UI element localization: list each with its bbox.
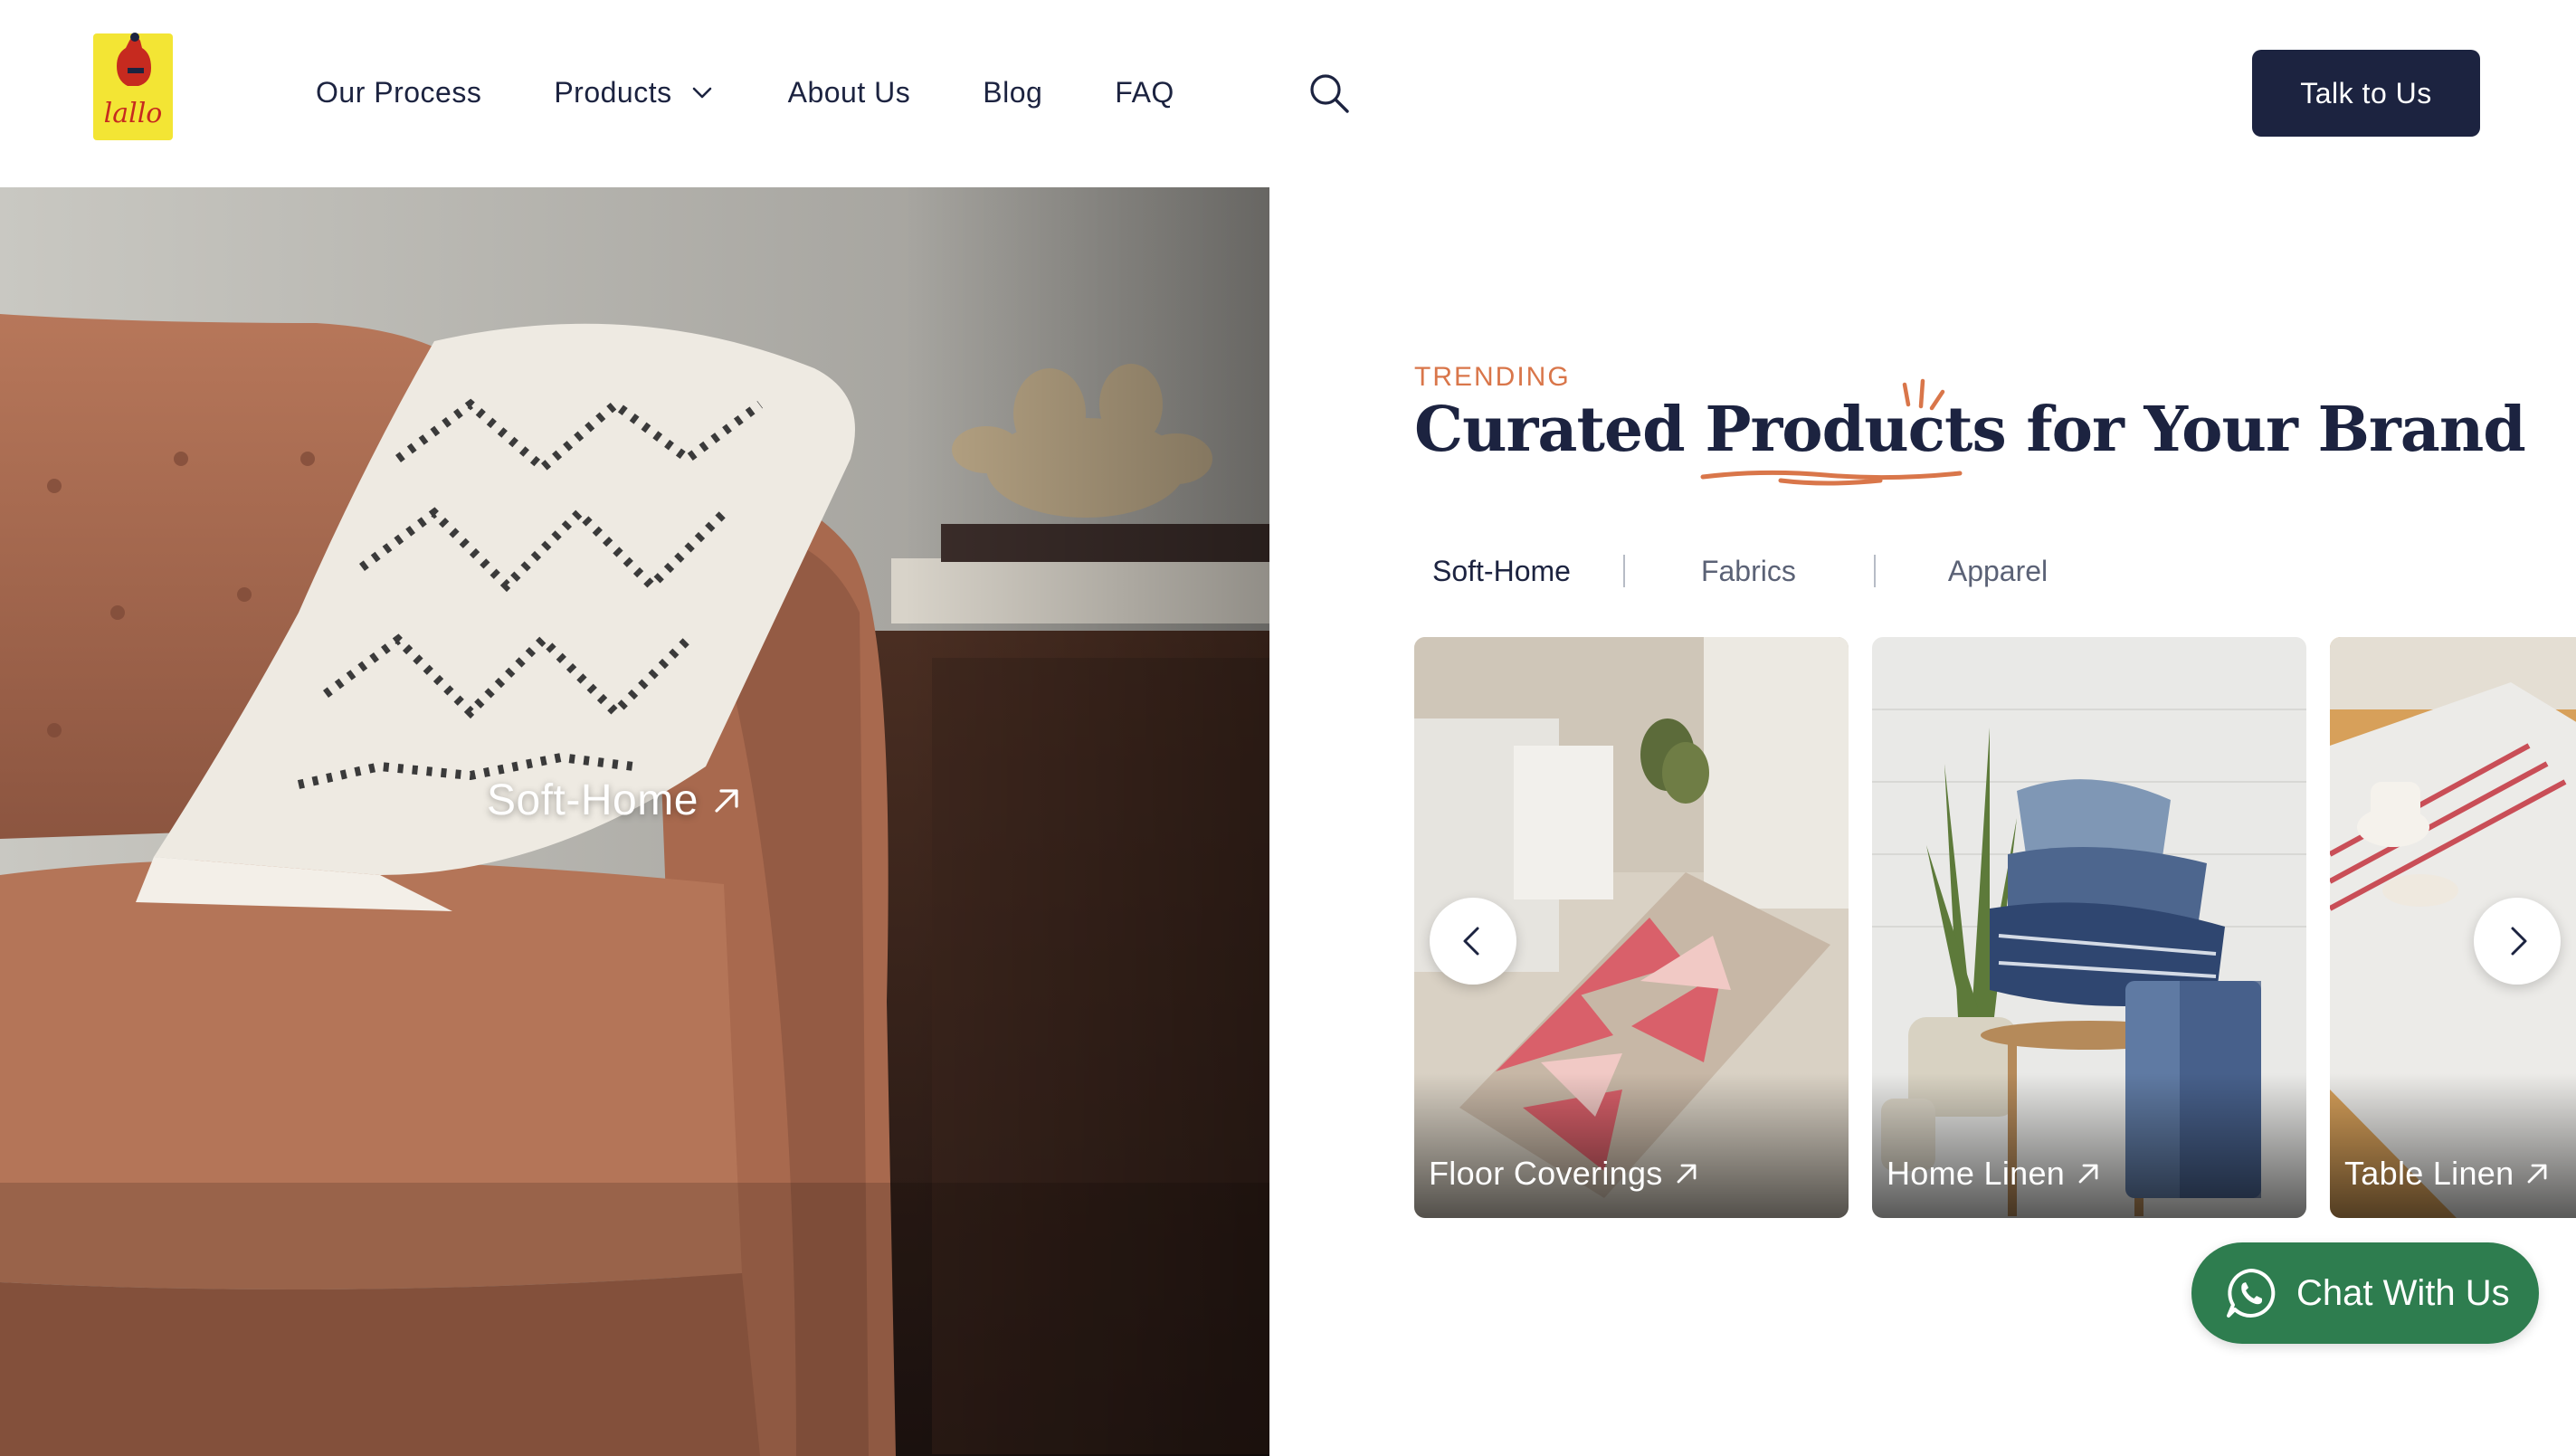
tab-divider (1873, 555, 1876, 587)
tab-apparel[interactable]: Apparel (1948, 555, 2048, 588)
tab-divider (1622, 555, 1625, 587)
arrow-up-right-icon (715, 788, 738, 813)
hero-category-link[interactable]: Soft-Home (487, 776, 742, 825)
card-label: Floor Coverings (1429, 1155, 1699, 1193)
svg-text:lallo: lallo (104, 98, 163, 129)
heading-highlight: Products (1700, 378, 2007, 486)
sparkle-icon (1903, 378, 1945, 411)
nav-about-us[interactable]: About Us (788, 76, 911, 109)
section-heading: Curated Products for Your Brand (1414, 378, 2526, 486)
search-icon[interactable] (1307, 71, 1352, 116)
section-eyebrow: TRENDING (1414, 362, 1571, 392)
product-carousel: Floor Coverings Home Linen Table Linen (1414, 637, 2576, 1218)
nav-our-process[interactable]: Our Process (316, 76, 481, 109)
arrow-up-right-icon (2078, 1164, 2098, 1184)
card-label: Home Linen (1887, 1155, 2101, 1193)
product-card-home-linen[interactable]: Home Linen (1872, 637, 2306, 1218)
card-label: Table Linen (2344, 1155, 2550, 1193)
arrow-up-right-icon (1677, 1164, 1696, 1184)
chevron-down-icon (692, 87, 711, 99)
card-gradient (1414, 1073, 1849, 1218)
main-nav: Our Process Products About Us Blog FAQ (316, 69, 1247, 116)
whatsapp-icon (2227, 1269, 2276, 1318)
nav-products[interactable]: Products (554, 76, 715, 109)
underline-squiggle (1700, 470, 1963, 486)
card-gradient (2330, 1073, 2576, 1218)
chat-with-us-button[interactable]: Chat With Us (2191, 1242, 2539, 1344)
carousel-prev-button[interactable] (1430, 898, 1516, 985)
nav-faq[interactable]: FAQ (1115, 76, 1174, 109)
brand-logo[interactable]: lallo (93, 28, 173, 140)
category-tabs: Soft-Home Fabrics Apparel (1414, 547, 2048, 595)
arrow-up-right-icon (2528, 1164, 2547, 1184)
nav-blog[interactable]: Blog (983, 76, 1042, 109)
tab-fabrics[interactable]: Fabrics (1701, 555, 1796, 588)
chevron-left-icon (1463, 927, 1479, 956)
carousel-next-button[interactable] (2474, 898, 2561, 985)
chevron-right-icon (2511, 927, 2527, 956)
site-header: lallo Our Process Products About Us Blog… (0, 0, 2576, 187)
card-gradient (1872, 1073, 2306, 1218)
talk-to-us-button[interactable]: Talk to Us (2252, 50, 2480, 137)
tab-soft-home[interactable]: Soft-Home (1432, 555, 1571, 588)
hero-banner[interactable]: Soft-Home (0, 187, 1269, 1456)
